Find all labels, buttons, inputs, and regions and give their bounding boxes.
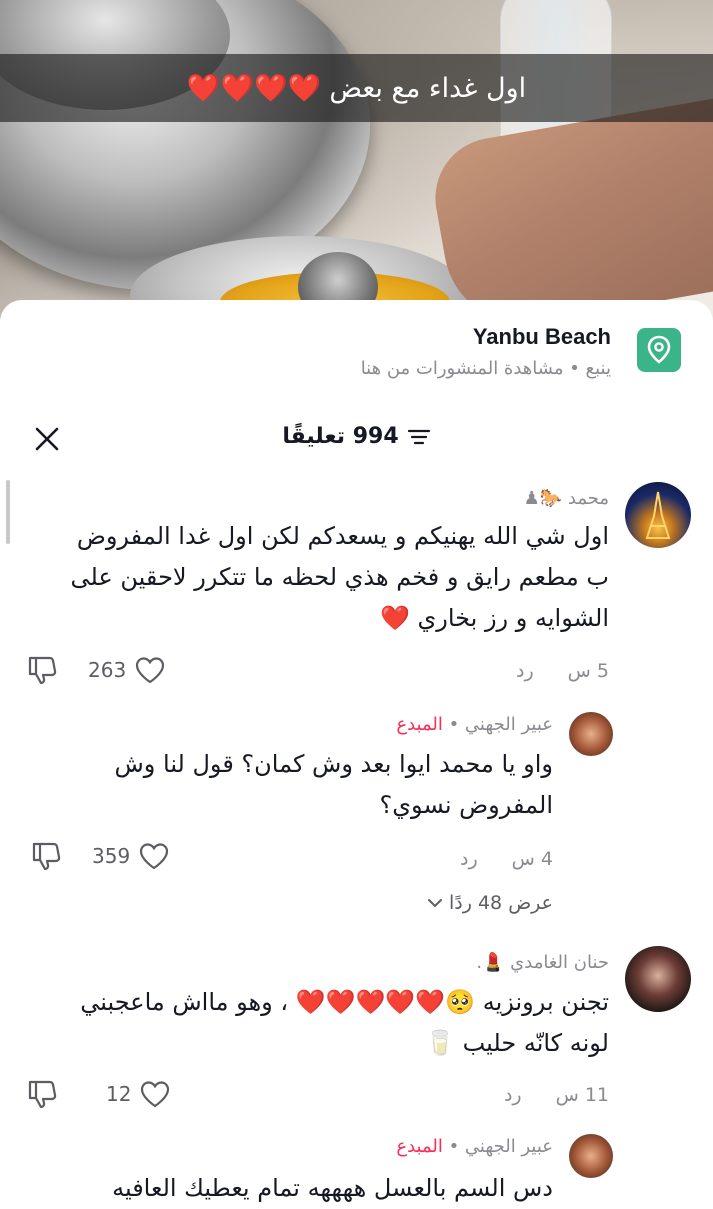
reply-username-text: عبير الجهني [464,714,553,735]
like-button[interactable]: 263 [88,656,166,684]
video-caption: اول غداء مع بعض❤️❤️❤️❤️ [187,72,526,104]
reply-username-text: عبير الجهني [464,1136,553,1157]
comment-time: 5 س [567,660,609,682]
comment-count: 994 تعليقًا [282,424,399,449]
comment-item: حنان الغامدي 💄. تجنن برونزيه 🥺❤️❤️❤️❤️❤️… [0,944,713,1124]
like-button[interactable]: 12 [106,1080,171,1108]
comment-meta: 11 س رد [504,1084,609,1106]
comment-count-row[interactable]: 994 تعليقًا [0,424,713,449]
location-banner[interactable]: Yanbu Beach ينبع • مشاهدة المنشورات من ه… [21,324,681,384]
caption-text: اول غداء مع بعض [329,73,527,104]
comment-username[interactable]: محمد 🐎♟ [524,488,609,509]
reply-meta: 4 س رد [460,848,553,870]
like-count: 12 [106,1082,132,1106]
reply-username[interactable]: عبير الجهني • المبدع [396,714,553,735]
location-subtitle: ينبع • مشاهدة المنشورات من هنا [360,358,611,379]
view-replies-button[interactable]: عرض 48 ردًا [427,892,553,914]
comment-text-line1: تجنن برونزيه 🥺❤️❤️❤️❤️❤️ ، وهو مااش ماعج… [80,988,609,1016]
comment-text: اول شي الله يهنيكم و يسعدكم لكن اول غدا … [49,516,609,639]
comment-text-line2: لونه كانّه حليب 🥛 [425,1029,609,1057]
location-title: Yanbu Beach [472,324,611,349]
reply-item: عبير الجهني • المبدع واو يا محمد ايوا بع… [0,706,713,914]
avatar[interactable] [569,712,613,756]
reply-time: 4 س [511,848,553,870]
dislike-icon[interactable] [26,654,60,690]
heart-emoji: ❤️ [379,604,410,632]
avatar[interactable] [569,1134,613,1178]
reply-text: واو يا محمد ايوا بعد وش كمان؟ قول لنا وش… [114,750,553,819]
comment-text-content: اول شي الله يهنيكم و يسعدكم لكن اول غدا … [70,522,609,632]
caption-hearts: ❤️❤️❤️❤️ [186,73,322,104]
creator-badge: المبدع [396,1136,443,1157]
video-background: اول غداء مع بعض❤️❤️❤️❤️ [0,0,713,320]
comment-item: محمد 🐎♟ اول شي الله يهنيكم و يسعدكم لكن … [0,480,713,710]
reply-item: عبير الجهني • المبدع دس السم بالعسل هههه… [0,1128,713,1202]
video-caption-bar: اول غداء مع بعض❤️❤️❤️❤️ [0,54,713,122]
location-pin-icon [637,328,681,372]
heart-outline-icon [136,657,165,684]
heart-outline-icon [140,843,169,870]
comment-username[interactable]: حنان الغامدي 💄. [476,952,609,973]
comment-time: 11 س [555,1084,609,1106]
heart-outline-icon [141,1081,170,1108]
comments-header: 994 تعليقًا [0,418,713,462]
view-replies-label: عرض 48 ردًا [449,892,553,914]
reply-button[interactable]: رد [516,660,534,682]
reply-username[interactable]: عبير الجهني • المبدع [396,1136,553,1157]
avatar[interactable] [625,482,691,548]
avatar[interactable] [625,946,691,1012]
like-button[interactable]: 359 [92,842,170,870]
dislike-icon[interactable] [26,1078,60,1114]
reply-button[interactable]: رد [460,848,478,870]
comment-text: تجنن برونزيه 🥺❤️❤️❤️❤️❤️ ، وهو مااش ماعج… [29,982,609,1064]
comment-meta: 5 س رد [516,660,609,682]
comments-sheet: Yanbu Beach ينبع • مشاهدة المنشورات من ه… [0,300,713,1202]
reply-text: دس السم بالعسل ههههه تمام يعطيك العافيه [112,1174,553,1202]
like-count: 263 [88,658,127,682]
like-count: 359 [92,844,131,868]
chevron-down-icon [428,899,442,908]
reply-button[interactable]: رد [504,1084,522,1106]
filter-lines-icon [407,429,430,444]
creator-badge: المبدع [396,714,443,735]
dislike-icon[interactable] [30,840,64,876]
